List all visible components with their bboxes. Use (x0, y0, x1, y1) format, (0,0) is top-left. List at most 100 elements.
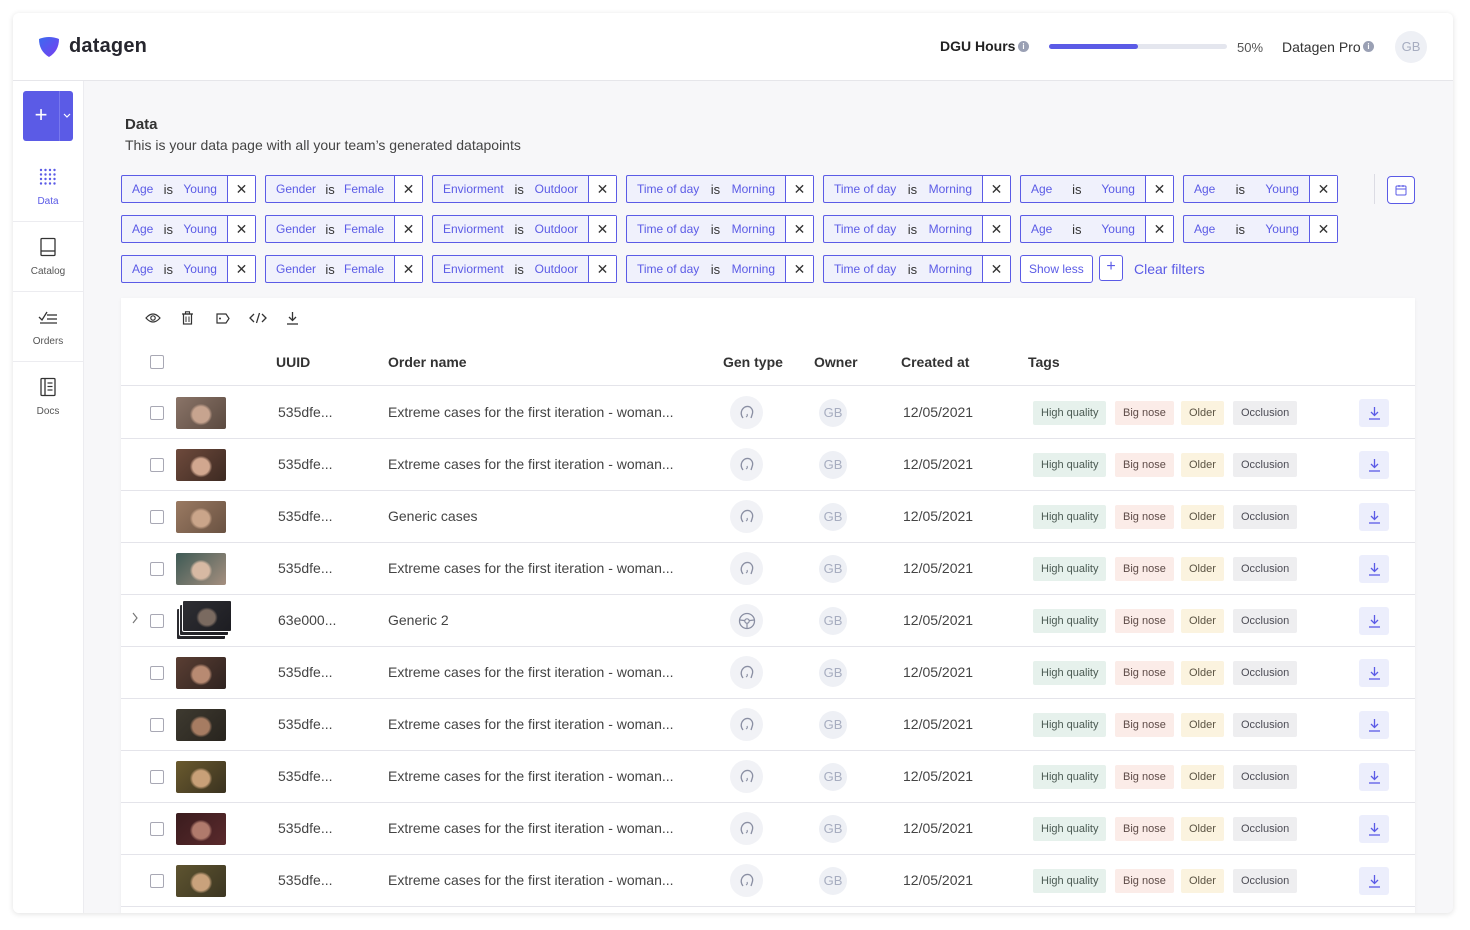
tag-chip[interactable]: Older (1181, 713, 1224, 737)
filter-chip[interactable]: Age is Young ✕ (1020, 215, 1174, 243)
tag-chip[interactable]: Occlusion (1233, 765, 1298, 789)
download-button[interactable] (1359, 503, 1389, 531)
tag-chip[interactable]: Big nose (1115, 869, 1174, 893)
close-icon[interactable]: ✕ (1309, 176, 1337, 202)
tag-chip[interactable]: Big nose (1115, 661, 1174, 685)
filter-chip[interactable]: Gender is Female ✕ (265, 175, 423, 203)
thumbnail[interactable] (176, 501, 226, 533)
tag-chip[interactable]: Older (1181, 765, 1224, 789)
tag-chip[interactable]: High quality (1033, 453, 1107, 477)
table-row[interactable]: 535dfe... Extreme cases for the first ite… (121, 543, 1415, 595)
tag-chip[interactable]: Big nose (1115, 401, 1174, 425)
tag-chip[interactable]: Older (1181, 401, 1224, 425)
thumbnail[interactable] (176, 553, 226, 585)
filter-chip[interactable]: Time of day is Morning ✕ (823, 215, 1011, 243)
info-icon[interactable]: i (1363, 41, 1374, 52)
filter-chip[interactable]: Age is Young ✕ (1183, 175, 1338, 203)
tag-chip[interactable]: Big nose (1115, 557, 1174, 581)
filter-chip[interactable]: Gender is Female ✕ (265, 255, 423, 283)
close-icon[interactable]: ✕ (588, 216, 616, 242)
order-name-cell[interactable]: Extreme cases for the first iteration - … (388, 872, 674, 888)
thumbnail[interactable] (176, 761, 226, 793)
show-less-button[interactable]: Show less (1020, 255, 1093, 283)
column-gen-type[interactable]: Gen type (723, 354, 783, 370)
filter-chip[interactable]: Time of day is Morning ✕ (823, 175, 1011, 203)
filter-chip-body[interactable]: Age is Young (1184, 216, 1309, 242)
filter-chip[interactable]: Time of day is Morning ✕ (823, 255, 1011, 283)
tag-chip[interactable]: Big nose (1115, 505, 1174, 529)
filter-chip-body[interactable]: Gender is Female (266, 176, 394, 202)
table-row[interactable]: 535dfe... Extreme cases for the first ite… (121, 803, 1415, 855)
tag-chip[interactable]: Older (1181, 609, 1224, 633)
close-icon[interactable]: ✕ (227, 216, 255, 242)
filter-chip-body[interactable]: Enviorment is Outdoor (433, 176, 588, 202)
download-button[interactable] (1359, 607, 1389, 635)
table-row[interactable]: 535dfe... Extreme cases for the first ite… (121, 387, 1415, 439)
filter-chip-body[interactable]: Age is Young (122, 216, 227, 242)
table-row[interactable]: 535dfe... Extreme cases for the first ite… (121, 855, 1415, 907)
close-icon[interactable]: ✕ (394, 256, 422, 282)
tag-chip[interactable]: Older (1181, 661, 1224, 685)
order-name-cell[interactable]: Extreme cases for the first iteration - … (388, 456, 674, 472)
tag-chip[interactable]: High quality (1033, 713, 1107, 737)
tag-chip[interactable]: Older (1181, 557, 1224, 581)
column-uuid[interactable]: UUID (276, 354, 310, 370)
row-checkbox[interactable] (150, 510, 164, 524)
close-icon[interactable]: ✕ (785, 176, 813, 202)
close-icon[interactable]: ✕ (785, 216, 813, 242)
order-name-cell[interactable]: Extreme cases for the first iteration - … (388, 560, 674, 576)
close-icon[interactable]: ✕ (588, 256, 616, 282)
filter-chip-body[interactable]: Age is Young (122, 256, 227, 282)
order-name-cell[interactable]: Generic 2 (388, 612, 449, 628)
close-icon[interactable]: ✕ (227, 176, 255, 202)
order-name-cell[interactable]: Extreme cases for the first iteration - … (388, 404, 674, 420)
download-button[interactable] (1359, 711, 1389, 739)
tag-chip[interactable]: Big nose (1115, 453, 1174, 477)
order-name-cell[interactable]: Generic cases (388, 508, 477, 524)
thumbnail[interactable] (176, 709, 226, 741)
tag-chip[interactable]: Older (1181, 453, 1224, 477)
code-icon[interactable] (240, 308, 275, 328)
eye-icon[interactable] (135, 308, 170, 328)
thumbnail[interactable] (176, 657, 226, 689)
table-row[interactable]: 535dfe... Extreme cases for the first ite… (121, 439, 1415, 491)
filter-chip-body[interactable]: Enviorment is Outdoor (433, 216, 588, 242)
tag-chip[interactable]: High quality (1033, 557, 1107, 581)
row-checkbox[interactable] (150, 822, 164, 836)
row-checkbox[interactable] (150, 770, 164, 784)
tag-chip[interactable]: High quality (1033, 869, 1107, 893)
filter-chip-body[interactable]: Time of day is Morning (824, 176, 982, 202)
tag-chip[interactable]: Occlusion (1233, 453, 1298, 477)
clear-filters-link[interactable]: Clear filters (1134, 261, 1205, 277)
order-name-cell[interactable]: Extreme cases for the first iteration - … (388, 716, 674, 732)
filter-chip-body[interactable]: Age is Young (122, 176, 227, 202)
tag-chip[interactable]: Big nose (1115, 765, 1174, 789)
tag-chip[interactable]: Occlusion (1233, 817, 1298, 841)
filter-chip[interactable]: Age is Young ✕ (1183, 215, 1338, 243)
thumbnail-stack[interactable] (176, 600, 234, 640)
chevron-right-icon[interactable] (131, 612, 139, 627)
close-icon[interactable]: ✕ (227, 256, 255, 282)
tag-chip[interactable]: High quality (1033, 609, 1107, 633)
table-row[interactable]: 535dfe... Extreme cases for the first ite… (121, 647, 1415, 699)
close-icon[interactable]: ✕ (394, 216, 422, 242)
tag-chip[interactable]: Occlusion (1233, 661, 1298, 685)
filter-chip[interactable]: Age is Young ✕ (1020, 175, 1174, 203)
tag-chip[interactable]: High quality (1033, 401, 1107, 425)
filter-chip[interactable]: Age is Young ✕ (121, 175, 256, 203)
order-name-cell[interactable]: Extreme cases for the first iteration - … (388, 768, 674, 784)
tag-chip[interactable]: High quality (1033, 505, 1107, 529)
close-icon[interactable]: ✕ (394, 176, 422, 202)
thumbnail[interactable] (176, 449, 226, 481)
order-name-cell[interactable]: Extreme cases for the first iteration - … (388, 820, 674, 836)
tag-chip[interactable]: Occlusion (1233, 557, 1298, 581)
column-order-name[interactable]: Order name (388, 354, 467, 370)
sidebar-item-catalog[interactable]: Catalog (13, 223, 83, 289)
sidebar-item-data[interactable]: Data (13, 153, 83, 219)
close-icon[interactable]: ✕ (588, 176, 616, 202)
tag-chip[interactable]: High quality (1033, 817, 1107, 841)
create-button[interactable]: + (23, 91, 73, 141)
filter-chip[interactable]: Enviorment is Outdoor ✕ (432, 175, 617, 203)
filter-chip-body[interactable]: Age is Young (1184, 176, 1309, 202)
download-button[interactable] (1359, 763, 1389, 791)
